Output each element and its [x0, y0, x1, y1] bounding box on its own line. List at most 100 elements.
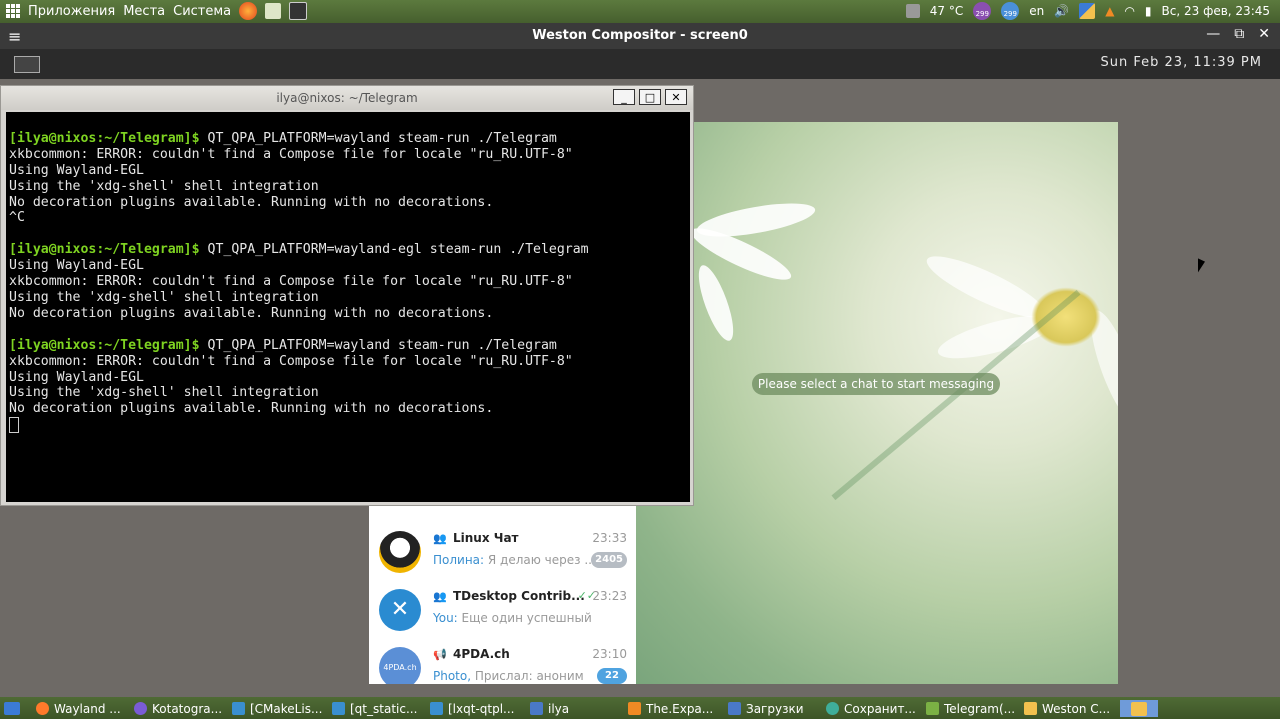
taskbar-item-telegram[interactable]: Telegram(... [926, 700, 1018, 717]
taskbar-item-ilya[interactable]: ilya [530, 700, 610, 717]
empty-chat-message: Please select a chat to start messaging [752, 373, 1000, 395]
chat-item[interactable]: 👥 Linux Чат 23:33 Полина: Я делаю через … [369, 525, 636, 583]
taskbar-label: [CMakeLis... [250, 701, 323, 716]
chat-sender: Полина: [433, 553, 485, 567]
taskbar-item-the-expa[interactable]: The.Expa... [628, 700, 718, 717]
telegram-chat-background [636, 122, 1118, 684]
weston-title: Weston Compositor - screen0 [532, 28, 748, 43]
clock[interactable]: Вс, 23 фев, 23:45 [1162, 4, 1270, 18]
menu-system[interactable]: Система [173, 4, 231, 19]
taskbar-item-kotatogram[interactable]: Kotatogra... [134, 700, 224, 717]
maximize-button[interactable]: ⧉ [1234, 26, 1244, 42]
telegram-icon [926, 702, 939, 715]
taskbar-label: Kotatogra... [152, 701, 223, 716]
close-button[interactable]: ✕ [1258, 26, 1270, 42]
chat-sender: You: [433, 611, 458, 625]
minimize-button[interactable]: — [1206, 26, 1220, 42]
taskbar: Wayland ... Kotatogra... [CMakeLis... [q… [0, 697, 1280, 719]
chat-name: TDesktop Contrib... [453, 589, 585, 603]
taskbar-label: The.Expa... [646, 701, 714, 716]
terminal-command: QT_QPA_PLATFORM=wayland steam-run ./Tele… [199, 130, 557, 146]
terminal-prompt: [ilya@nixos:~/Telegram]$ [9, 242, 200, 258]
chat-preview-text: Прислал: аноним [471, 669, 584, 683]
terminal-titlebar[interactable]: ilya@nixos: ~/Telegram _ □ ✕ [1, 86, 693, 110]
terminal-screen[interactable]: [ilya@nixos:~/Telegram]$ QT_QPA_PLATFORM… [6, 112, 690, 502]
terminal-output: Using Wayland-EGL xkbcommon: ERROR: coul… [9, 258, 573, 321]
taskbar-label: Wayland ... [54, 701, 121, 716]
telegram-chat-list: 👥 Linux Чат 23:33 Полина: Я делаю через … [369, 505, 636, 684]
app-tray-icon[interactable] [1079, 3, 1096, 19]
vscode-icon [430, 702, 443, 715]
taskbar-label: ilya [548, 701, 570, 716]
taskbar-item-qt-static[interactable]: [qt_static... [332, 700, 424, 717]
vlc-tray-icon[interactable]: ▲ [1105, 4, 1114, 18]
terminal-close-button[interactable]: ✕ [665, 89, 687, 105]
save-dialog-icon [826, 702, 839, 715]
chat-item[interactable]: 4PDA.ch 📢 4PDA.ch 23:10 Photo, Прислал: … [369, 641, 636, 684]
battery-icon[interactable]: ▮ [1145, 4, 1152, 18]
unread-badge: 22 [597, 668, 627, 684]
vlc-icon [628, 702, 641, 715]
group-icon: 👥 [433, 590, 447, 603]
apps-grid-icon[interactable] [6, 4, 20, 18]
4pda-avatar: 4PDA.ch [379, 647, 421, 684]
weston-icon [1024, 702, 1037, 715]
chat-item[interactable]: ✕ 👥 TDesktop Contrib... ✓✓ 23:23 You: Ещ… [369, 583, 636, 641]
chat-preview: Photo, Прислал: аноним [433, 669, 593, 683]
taskbar-item-lxqt-qtpl[interactable]: [lxqt-qtpl... [430, 700, 522, 717]
taskbar-label: Загрузки [746, 701, 804, 716]
volume-icon[interactable]: 🔊 [1054, 4, 1069, 18]
menu-places[interactable]: Места [123, 4, 165, 19]
taskbar-item-save[interactable]: Сохранит... [826, 700, 918, 717]
taskbar-item-weston[interactable]: Weston C... [1024, 700, 1116, 717]
taskbar-label: [qt_static... [350, 701, 418, 716]
vscode-icon [332, 702, 345, 715]
keyboard-layout[interactable]: en [1029, 4, 1044, 18]
weston-clock: Sun Feb 23, 11:39 PM [1100, 55, 1262, 70]
chat-preview: You: Еще один успешный билд... [433, 611, 593, 625]
taskbar-weston-pinned-icon[interactable] [1120, 700, 1158, 717]
taskbar-label: Telegram(... [944, 701, 1016, 716]
terminal-output: xkbcommon: ERROR: couldn't find a Compos… [9, 146, 573, 226]
terminal-window: ilya@nixos: ~/Telegram _ □ ✕ [ilya@nixos… [0, 85, 694, 506]
taskbar-item-wayland[interactable]: Wayland ... [36, 700, 126, 717]
taskbar-item-downloads[interactable]: Загрузки [728, 700, 818, 717]
mouse-pointer-icon [1198, 258, 1205, 276]
chat-time: 23:23 [592, 589, 627, 603]
terminal-cursor [9, 417, 19, 434]
taskbar-label: Сохранит... [844, 701, 916, 716]
chat-sender: Photo, [433, 669, 472, 683]
chat-name: 4PDA.ch [453, 647, 510, 661]
group-icon: 👥 [433, 532, 447, 545]
taskbar-label: [lxqt-qtpl... [448, 701, 515, 716]
taskbar-label: Weston C... [1042, 701, 1111, 716]
terminal-prompt: [ilya@nixos:~/Telegram]$ [9, 130, 200, 146]
terminal-launcher-icon[interactable] [14, 56, 40, 73]
terminal-title: ilya@nixos: ~/Telegram [276, 91, 418, 105]
terminal-maximize-button[interactable]: □ [639, 89, 661, 105]
terminal-command: QT_QPA_PLATFORM=wayland steam-run ./Tele… [199, 337, 557, 353]
kotatogram-icon [134, 702, 147, 715]
firefox-icon [36, 702, 49, 715]
folder-icon [530, 702, 543, 715]
temperature-readout: 47 °C [929, 4, 964, 18]
taskbar-item-cmakelists[interactable]: [CMakeLis... [232, 700, 324, 717]
terminal-launcher-icon[interactable] [289, 2, 308, 20]
terminal-minimize-button[interactable]: _ [613, 89, 635, 105]
weston-titlebar: ≡ Weston Compositor - screen0 — ⧉ ✕ [0, 23, 1280, 49]
notification-badge-2[interactable]: 299 [1001, 2, 1020, 20]
tools-avatar-icon: ✕ [379, 589, 421, 631]
chat-preview-text: Я делаю через ... [484, 553, 593, 567]
tux-avatar-icon [379, 531, 421, 573]
wifi-icon[interactable]: ◠ [1124, 4, 1134, 18]
firefox-icon[interactable] [239, 2, 258, 20]
terminal-command: QT_QPA_PLATFORM=wayland-egl steam-run ./… [199, 242, 589, 258]
text-editor-icon[interactable] [265, 3, 282, 19]
terminal-prompt: [ilya@nixos:~/Telegram]$ [9, 337, 200, 353]
top-panel: Приложения Места Система 47 °C 299 299 e… [0, 0, 1280, 23]
notification-badge-1[interactable]: 299 [973, 2, 992, 20]
show-desktop-icon[interactable] [4, 700, 20, 717]
flower-stem [831, 289, 1081, 501]
menu-applications[interactable]: Приложения [28, 4, 115, 19]
folder-icon [728, 702, 741, 715]
